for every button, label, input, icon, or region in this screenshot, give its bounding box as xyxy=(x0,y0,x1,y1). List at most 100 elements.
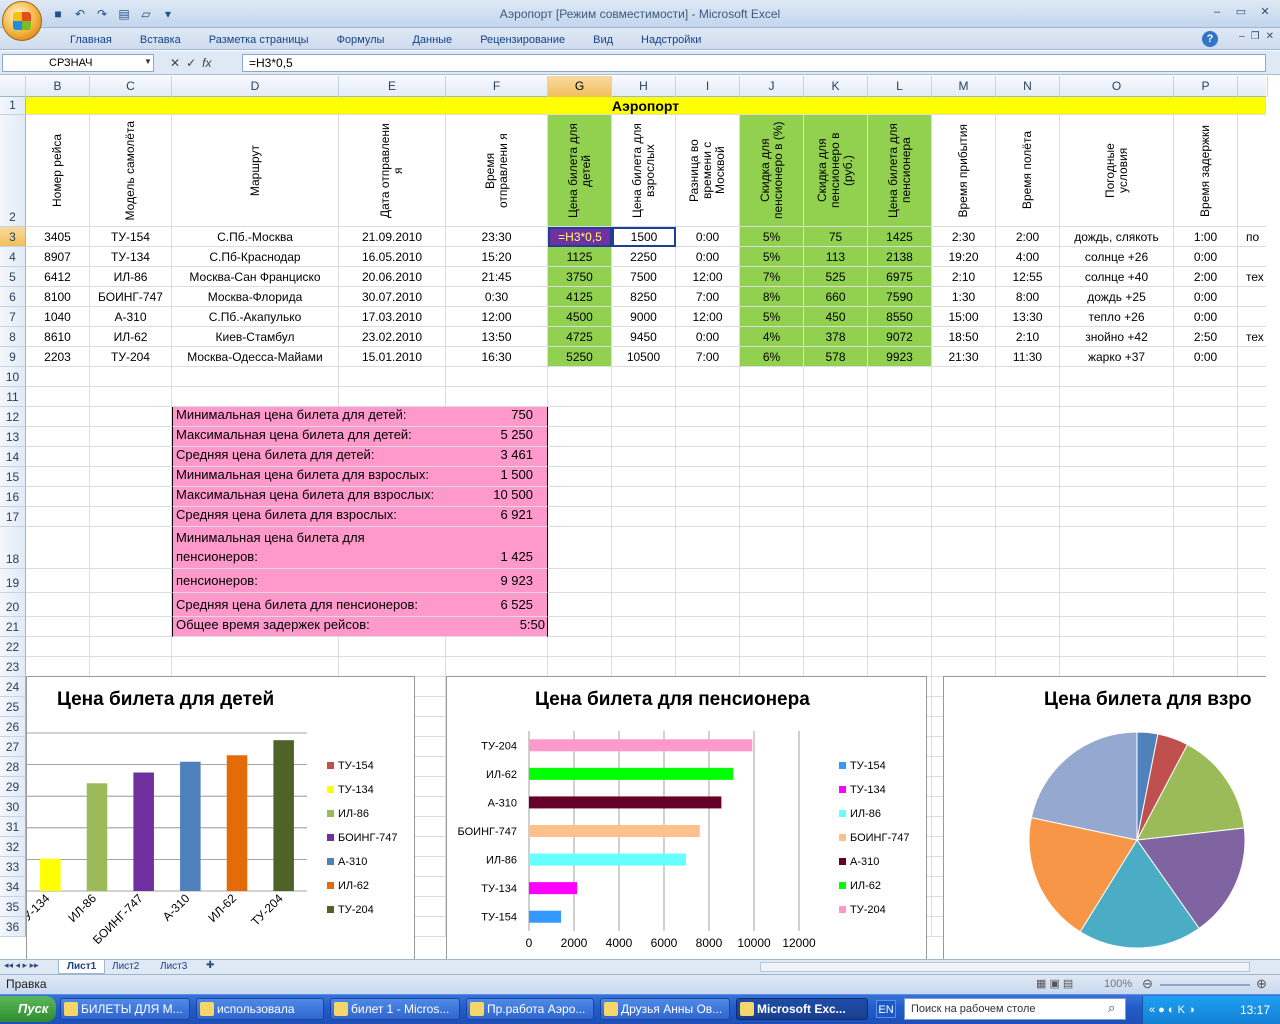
grid-cell[interactable] xyxy=(996,507,1060,527)
table-cell[interactable]: 0:00 xyxy=(676,247,740,267)
grid-cell[interactable] xyxy=(868,527,932,569)
grid-cell[interactable] xyxy=(339,367,446,387)
table-cell[interactable]: 15:00 xyxy=(932,307,996,327)
table-cell[interactable]: 7:00 xyxy=(676,287,740,307)
minimize-icon[interactable]: – xyxy=(1206,3,1228,21)
row-header[interactable]: 13 xyxy=(0,427,26,447)
save-icon[interactable]: ■ xyxy=(50,6,66,22)
table-cell[interactable]: 2:10 xyxy=(932,267,996,287)
grid-cell[interactable] xyxy=(740,657,804,677)
grid-cell[interactable] xyxy=(676,569,740,593)
grid-cell[interactable] xyxy=(339,657,446,677)
grid-cell[interactable] xyxy=(548,407,612,427)
grid-cell[interactable] xyxy=(868,617,932,637)
table-cell[interactable]: 8100 xyxy=(26,287,90,307)
grid-cell[interactable] xyxy=(612,467,676,487)
table-cell[interactable]: 21.09.2010 xyxy=(339,227,446,247)
grid-cell[interactable] xyxy=(1238,407,1266,427)
active-formula-cell[interactable]: =H3*0,5 xyxy=(548,227,612,247)
table-cell[interactable]: 2250 xyxy=(612,247,676,267)
column-header[interactable]: J xyxy=(740,76,804,97)
grid-cell[interactable] xyxy=(548,467,612,487)
table-cell[interactable]: С.Пб-Краснодар xyxy=(172,247,339,267)
table-cell[interactable]: 9072 xyxy=(868,327,932,347)
grid-cell[interactable] xyxy=(932,427,996,447)
close-icon[interactable]: ✕ xyxy=(1266,31,1274,42)
table-cell[interactable]: 8:00 xyxy=(996,287,1060,307)
desktop-search-input[interactable]: Поиск на рабочем столе xyxy=(904,998,1126,1020)
grid-cell[interactable] xyxy=(1174,487,1238,507)
grid-cell[interactable] xyxy=(90,527,172,569)
table-cell[interactable]: 7500 xyxy=(612,267,676,287)
grid-cell[interactable] xyxy=(1174,447,1238,467)
close-icon[interactable]: ✕ xyxy=(1254,3,1276,21)
taskbar-item[interactable]: БИЛЕТЫ ДЛЯ М... xyxy=(60,998,190,1020)
grid-cell[interactable] xyxy=(1238,569,1266,593)
grid-cell[interactable] xyxy=(26,637,90,657)
table-cell[interactable]: 0:00 xyxy=(1174,347,1238,367)
grid-cell[interactable] xyxy=(26,569,90,593)
zoom-out-icon[interactable]: ⊖ xyxy=(1142,976,1153,992)
table-cell[interactable]: 0:00 xyxy=(1174,287,1238,307)
table-cell[interactable]: 1425 xyxy=(868,227,932,247)
table-cell[interactable]: тех xyxy=(1238,327,1266,347)
table-cell[interactable]: 20.06.2010 xyxy=(339,267,446,287)
table-cell[interactable]: 23.02.2010 xyxy=(339,327,446,347)
print-preview-icon[interactable]: ▤ xyxy=(116,6,132,22)
grid-cell[interactable] xyxy=(26,427,90,447)
formula-input[interactable]: =H3*0,5 xyxy=(242,54,1266,72)
table-cell[interactable]: 5% xyxy=(740,247,804,267)
table-cell[interactable]: 4125 xyxy=(548,287,612,307)
grid-cell[interactable] xyxy=(1060,367,1174,387)
grid-cell[interactable] xyxy=(90,427,172,447)
table-cell[interactable]: Москва-Флорида xyxy=(172,287,339,307)
grid-cell[interactable] xyxy=(339,637,446,657)
grid-cell[interactable] xyxy=(676,367,740,387)
column-header[interactable]: O xyxy=(1060,76,1174,97)
grid-cell[interactable] xyxy=(868,367,932,387)
insert-function-icon[interactable]: fx xyxy=(202,54,211,72)
row-header[interactable]: 29 xyxy=(0,777,26,797)
ribbon-tab[interactable]: Разметка страницы xyxy=(195,32,323,48)
name-box[interactable]: СРЗНАЧ xyxy=(2,54,154,72)
grid-cell[interactable] xyxy=(804,487,868,507)
grid-cell[interactable] xyxy=(339,387,446,407)
grid-cell[interactable] xyxy=(996,637,1060,657)
grid-cell[interactable] xyxy=(1174,407,1238,427)
undo-icon[interactable]: ↶ xyxy=(72,6,88,22)
grid-cell[interactable] xyxy=(1238,487,1266,507)
grid-cell[interactable] xyxy=(804,387,868,407)
ribbon-tab[interactable]: Вид xyxy=(579,32,627,48)
office-button[interactable] xyxy=(2,1,42,41)
grid-cell[interactable] xyxy=(90,467,172,487)
row-header[interactable]: 15 xyxy=(0,467,26,487)
grid-cell[interactable] xyxy=(172,657,339,677)
grid-cell[interactable] xyxy=(26,527,90,569)
grid-cell[interactable] xyxy=(26,447,90,467)
grid-cell[interactable] xyxy=(548,569,612,593)
table-cell[interactable]: ТУ-204 xyxy=(90,347,172,367)
grid-cell[interactable] xyxy=(932,507,996,527)
grid-cell[interactable] xyxy=(676,407,740,427)
table-cell[interactable]: тех xyxy=(1238,267,1266,287)
table-cell[interactable]: 21:45 xyxy=(446,267,548,287)
table-cell[interactable] xyxy=(1238,247,1266,267)
grid-cell[interactable] xyxy=(90,367,172,387)
column-header[interactable]: L xyxy=(868,76,932,97)
table-cell[interactable]: тепло +26 xyxy=(1060,307,1174,327)
row-header[interactable]: 31 xyxy=(0,817,26,837)
grid-cell[interactable] xyxy=(804,467,868,487)
grid-cell[interactable] xyxy=(548,447,612,467)
grid-cell[interactable] xyxy=(932,617,996,637)
customize-qat-icon[interactable]: ▾ xyxy=(160,6,176,22)
grid-cell[interactable] xyxy=(740,367,804,387)
ribbon-tab[interactable]: Рецензирование xyxy=(466,32,579,48)
grid-cell[interactable] xyxy=(804,527,868,569)
grid-cell[interactable] xyxy=(868,593,932,617)
grid-cell[interactable] xyxy=(676,507,740,527)
ribbon-tab[interactable]: Вставка xyxy=(126,32,195,48)
grid-cell[interactable] xyxy=(868,447,932,467)
row-header[interactable]: 22 xyxy=(0,637,26,657)
table-cell[interactable]: 7% xyxy=(740,267,804,287)
column-header[interactable]: G xyxy=(548,76,612,97)
